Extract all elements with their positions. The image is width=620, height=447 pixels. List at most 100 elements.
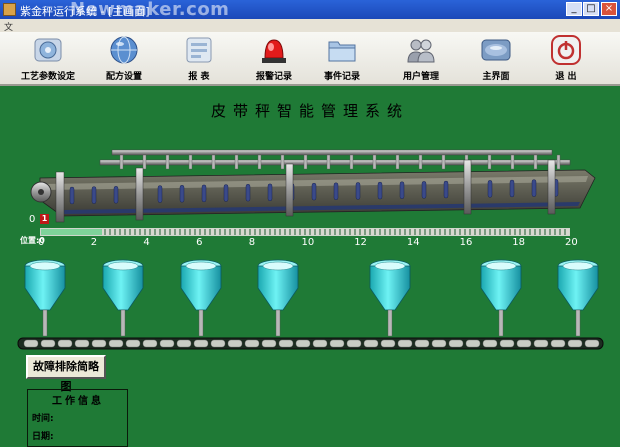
belt-segment <box>584 339 600 348</box>
position-marker[interactable]: 1 <box>40 214 49 224</box>
idler-roller <box>377 181 383 200</box>
frame-bracket <box>395 154 400 170</box>
hopper <box>369 259 411 337</box>
belt-segment <box>312 339 328 348</box>
idler-roller <box>91 186 97 204</box>
frame-bracket <box>234 154 239 170</box>
idler-roller <box>509 179 515 198</box>
belt-segment <box>295 339 311 348</box>
idler-roller <box>223 184 229 202</box>
belt-segment <box>40 339 56 348</box>
frame-bracket <box>165 154 170 170</box>
belt-segment <box>448 339 464 348</box>
frame-bracket <box>211 154 216 170</box>
belt-segment <box>550 339 566 348</box>
belt-segment <box>346 339 362 348</box>
hopper <box>557 259 599 337</box>
belt-segment <box>125 339 141 348</box>
idler-roller <box>355 182 361 200</box>
position-scale-fill <box>41 229 102 235</box>
belt-segment <box>397 339 413 348</box>
belt-segment <box>363 339 379 348</box>
belt-segment <box>329 339 345 348</box>
belt-segment <box>516 339 532 348</box>
frame-bracket <box>487 154 492 170</box>
belt-segment <box>278 339 294 348</box>
date-label: 日期: <box>32 432 54 442</box>
frame-bracket <box>349 154 354 170</box>
position-scale <box>40 228 570 236</box>
belt-segment <box>210 339 226 348</box>
idler-roller <box>421 181 427 199</box>
hopper <box>24 259 66 337</box>
frame-bracket <box>533 154 538 170</box>
belt-segment <box>465 339 481 348</box>
frame-bracket <box>188 154 193 170</box>
belt-segment <box>261 339 277 348</box>
position-label-text: 位置: <box>20 236 40 245</box>
idler-roller <box>245 183 251 202</box>
belt-segment <box>142 339 158 348</box>
belt-segment <box>567 339 583 348</box>
idler-roller <box>443 180 449 199</box>
hopper <box>257 259 299 337</box>
idler-roller <box>311 182 317 201</box>
scale-tick-label: 2 <box>90 237 98 248</box>
belt-segment <box>431 339 447 348</box>
belt-segment <box>23 339 39 348</box>
scale-tick-label: 14 <box>406 237 420 248</box>
scale-tick-label: 16 <box>459 237 473 248</box>
scale-tick-label: 8 <box>248 237 256 248</box>
frame-bracket <box>142 154 147 170</box>
scale-tick-label: 10 <box>301 237 315 248</box>
hopper <box>102 259 144 337</box>
idler-roller <box>157 185 163 203</box>
scale-tick-label: 0 <box>38 237 45 248</box>
frame-bracket <box>441 154 446 170</box>
frame-bracket <box>303 154 308 170</box>
belt-segment <box>57 339 73 348</box>
belt-segment <box>482 339 498 348</box>
idler-roller <box>179 185 185 203</box>
frame-bracket <box>326 154 331 170</box>
frame-bracket <box>556 154 561 170</box>
scale-tick-label: 18 <box>512 237 526 248</box>
belt-segment <box>176 339 192 348</box>
idler-roller <box>399 181 405 199</box>
time-label: 时间: <box>32 414 54 424</box>
work-info-title: 工作信息 <box>52 396 104 407</box>
belt-segment <box>91 339 107 348</box>
idler-roller <box>267 183 273 202</box>
belt-segment <box>499 339 515 348</box>
belt-segment <box>414 339 430 348</box>
belt-segment <box>159 339 175 348</box>
scale-tick-label: 12 <box>354 237 367 248</box>
belt-segment <box>533 339 549 348</box>
belt-segment <box>108 339 124 348</box>
idler-roller <box>531 179 537 197</box>
frame-bracket <box>372 154 377 170</box>
belt-segment <box>74 339 90 348</box>
idler-roller <box>201 184 207 203</box>
scale-tick-label: 20 <box>565 237 578 248</box>
idler-roller <box>69 186 75 205</box>
idler-roller <box>333 182 339 201</box>
belt-zero-label: 0 <box>29 214 36 225</box>
belt-conveyor-diagram <box>17 149 604 350</box>
frame-bracket <box>119 154 124 170</box>
belt-segment <box>244 339 260 348</box>
belt-segment <box>227 339 243 348</box>
hopper <box>480 259 522 337</box>
belt-segment <box>193 339 209 348</box>
frame-bracket <box>510 154 515 170</box>
belt-segment <box>380 339 396 348</box>
scale-tick-label: 6 <box>196 237 203 248</box>
frame-bracket <box>418 154 423 170</box>
fault-diagram-button[interactable]: 故障排除简略图 <box>26 355 106 393</box>
scale-tick-label: 4 <box>143 237 150 248</box>
idler-roller <box>487 180 493 198</box>
frame-bracket <box>280 154 285 170</box>
hopper <box>180 259 222 337</box>
frame-bracket <box>257 154 262 170</box>
idler-roller <box>113 186 119 204</box>
